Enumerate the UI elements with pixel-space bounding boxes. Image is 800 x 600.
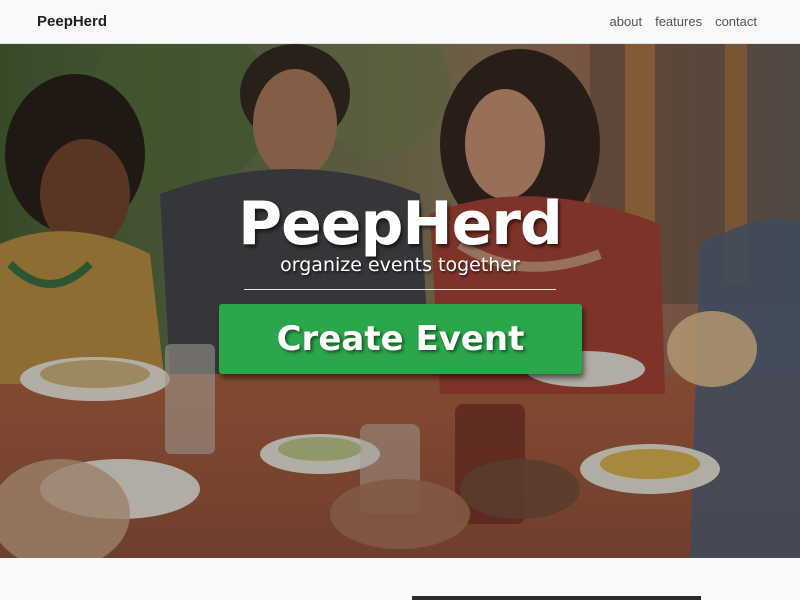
nav-links: about features contact bbox=[610, 14, 757, 29]
hero-subtitle: organize events together bbox=[280, 254, 520, 276]
content-section bbox=[0, 558, 800, 600]
hero-overlay bbox=[0, 44, 800, 558]
hero-title: PeepHerd bbox=[238, 189, 563, 259]
hero-divider bbox=[244, 289, 556, 290]
create-event-button[interactable]: Create Event bbox=[219, 304, 582, 374]
nav-link-contact[interactable]: contact bbox=[715, 14, 757, 29]
nav-link-about[interactable]: about bbox=[610, 14, 643, 29]
navbar: PeepHerd about features contact bbox=[0, 0, 800, 44]
nav-link-features[interactable]: features bbox=[655, 14, 702, 29]
brand-link[interactable]: PeepHerd bbox=[37, 13, 107, 30]
hero-section: PeepHerd organize events together Create… bbox=[0, 44, 800, 558]
content-image bbox=[412, 596, 701, 600]
